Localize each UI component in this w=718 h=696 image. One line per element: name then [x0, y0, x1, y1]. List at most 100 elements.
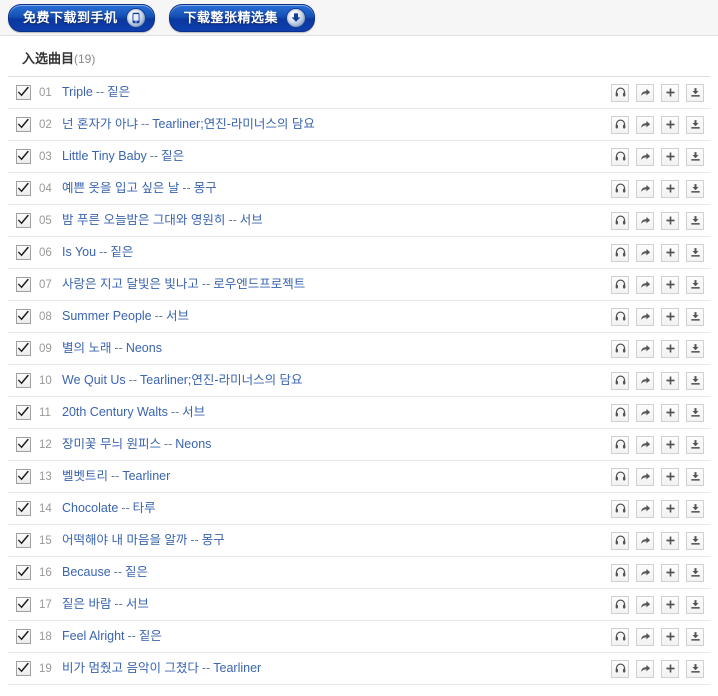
add-icon[interactable] — [661, 115, 679, 134]
track-title-link[interactable]: 사랑은 지고 달빛은 빛나고 — [62, 278, 199, 291]
track-title-link[interactable]: 밤 푸른 오늘밤은 그대와 영원히 — [62, 214, 225, 227]
track-artist-link[interactable]: 짙은 — [161, 150, 184, 163]
track-title-link[interactable]: Triple — [62, 86, 93, 99]
track-artist-link[interactable]: 로우엔드프로젝트 — [213, 278, 305, 291]
listen-icon[interactable] — [611, 659, 629, 678]
add-icon[interactable] — [661, 595, 679, 614]
track-checkbox[interactable] — [16, 629, 31, 644]
listen-icon[interactable] — [611, 147, 629, 166]
listen-icon[interactable] — [611, 371, 629, 390]
track-artist-link[interactable]: 서브 — [182, 406, 205, 419]
share-icon[interactable] — [636, 307, 654, 326]
track-title-link[interactable]: Because — [62, 566, 111, 579]
download-icon[interactable] — [686, 115, 704, 134]
download-icon[interactable] — [686, 467, 704, 486]
download-icon[interactable] — [686, 211, 704, 230]
download-icon[interactable] — [686, 371, 704, 390]
track-artist-link[interactable]: Neons — [175, 438, 211, 451]
share-icon[interactable] — [636, 83, 654, 102]
listen-icon[interactable] — [611, 307, 629, 326]
track-artist-link[interactable]: 서브 — [126, 598, 149, 611]
download-icon[interactable] — [686, 595, 704, 614]
download-icon[interactable] — [686, 83, 704, 102]
track-title-link[interactable]: 예쁜 옷을 입고 싶은 날 — [62, 182, 179, 195]
share-icon[interactable] — [636, 115, 654, 134]
track-title-link[interactable]: Is You — [62, 246, 96, 259]
share-icon[interactable] — [636, 531, 654, 550]
add-icon[interactable] — [661, 563, 679, 582]
add-icon[interactable] — [661, 211, 679, 230]
add-icon[interactable] — [661, 339, 679, 358]
track-artist-link[interactable]: 짙은 — [125, 566, 148, 579]
share-icon[interactable] — [636, 243, 654, 262]
track-title-link[interactable]: 20th Century Walts — [62, 406, 168, 419]
track-checkbox[interactable] — [16, 213, 31, 228]
track-checkbox[interactable] — [16, 277, 31, 292]
track-title-link[interactable]: 비가 멈췄고 음악이 그쳤다 — [62, 662, 199, 675]
track-checkbox[interactable] — [16, 405, 31, 420]
track-artist-link[interactable]: Neons — [126, 342, 162, 355]
listen-icon[interactable] — [611, 83, 629, 102]
track-title-link[interactable]: Little Tiny Baby — [62, 150, 147, 163]
download-icon[interactable] — [686, 243, 704, 262]
share-icon[interactable] — [636, 499, 654, 518]
share-icon[interactable] — [636, 275, 654, 294]
track-checkbox[interactable] — [16, 245, 31, 260]
share-icon[interactable] — [636, 403, 654, 422]
listen-icon[interactable] — [611, 339, 629, 358]
listen-icon[interactable] — [611, 211, 629, 230]
track-title-link[interactable]: Chocolate — [62, 502, 118, 515]
share-icon[interactable] — [636, 211, 654, 230]
track-title-link[interactable]: 넌 혼자가 아냐 — [62, 118, 138, 131]
track-artist-link[interactable]: Tearliner — [213, 662, 261, 675]
add-icon[interactable] — [661, 179, 679, 198]
track-checkbox[interactable] — [16, 117, 31, 132]
add-icon[interactable] — [661, 659, 679, 678]
share-icon[interactable] — [636, 339, 654, 358]
listen-icon[interactable] — [611, 531, 629, 550]
listen-icon[interactable] — [611, 403, 629, 422]
add-icon[interactable] — [661, 435, 679, 454]
add-icon[interactable] — [661, 531, 679, 550]
share-icon[interactable] — [636, 147, 654, 166]
track-checkbox[interactable] — [16, 661, 31, 676]
download-icon[interactable] — [686, 659, 704, 678]
track-title-link[interactable]: Summer People — [62, 310, 152, 323]
track-title-link[interactable]: 짙은 바람 — [62, 598, 111, 611]
share-icon[interactable] — [636, 435, 654, 454]
share-icon[interactable] — [636, 371, 654, 390]
download-icon[interactable] — [686, 563, 704, 582]
listen-icon[interactable] — [611, 595, 629, 614]
add-icon[interactable] — [661, 627, 679, 646]
track-artist-link[interactable]: 몽구 — [202, 534, 225, 547]
listen-icon[interactable] — [611, 115, 629, 134]
track-artist-link[interactable]: 서브 — [240, 214, 263, 227]
track-checkbox[interactable] — [16, 437, 31, 452]
track-artist-link[interactable]: Tearliner;연진-라미너스의 담요 — [140, 374, 303, 387]
add-icon[interactable] — [661, 243, 679, 262]
download-icon[interactable] — [686, 531, 704, 550]
track-artist-link[interactable]: 타루 — [133, 502, 156, 515]
listen-icon[interactable] — [611, 467, 629, 486]
track-title-link[interactable]: 어떡해야 내 마음을 알까 — [62, 534, 187, 547]
track-checkbox[interactable] — [16, 341, 31, 356]
download-icon[interactable] — [686, 275, 704, 294]
share-icon[interactable] — [636, 595, 654, 614]
add-icon[interactable] — [661, 147, 679, 166]
download-icon[interactable] — [686, 627, 704, 646]
listen-icon[interactable] — [611, 275, 629, 294]
track-artist-link[interactable]: 짙은 — [139, 630, 162, 643]
download-to-mobile-button[interactable]: 免费下载到手机 — [8, 3, 155, 32]
track-checkbox[interactable] — [16, 469, 31, 484]
track-checkbox[interactable] — [16, 373, 31, 388]
add-icon[interactable] — [661, 307, 679, 326]
download-icon[interactable] — [686, 147, 704, 166]
add-icon[interactable] — [661, 499, 679, 518]
add-icon[interactable] — [661, 371, 679, 390]
download-icon[interactable] — [686, 435, 704, 454]
track-title-link[interactable]: We Quit Us — [62, 374, 126, 387]
add-icon[interactable] — [661, 275, 679, 294]
track-title-link[interactable]: 장미꽃 무늬 원피스 — [62, 438, 161, 451]
track-checkbox[interactable] — [16, 565, 31, 580]
share-icon[interactable] — [636, 467, 654, 486]
